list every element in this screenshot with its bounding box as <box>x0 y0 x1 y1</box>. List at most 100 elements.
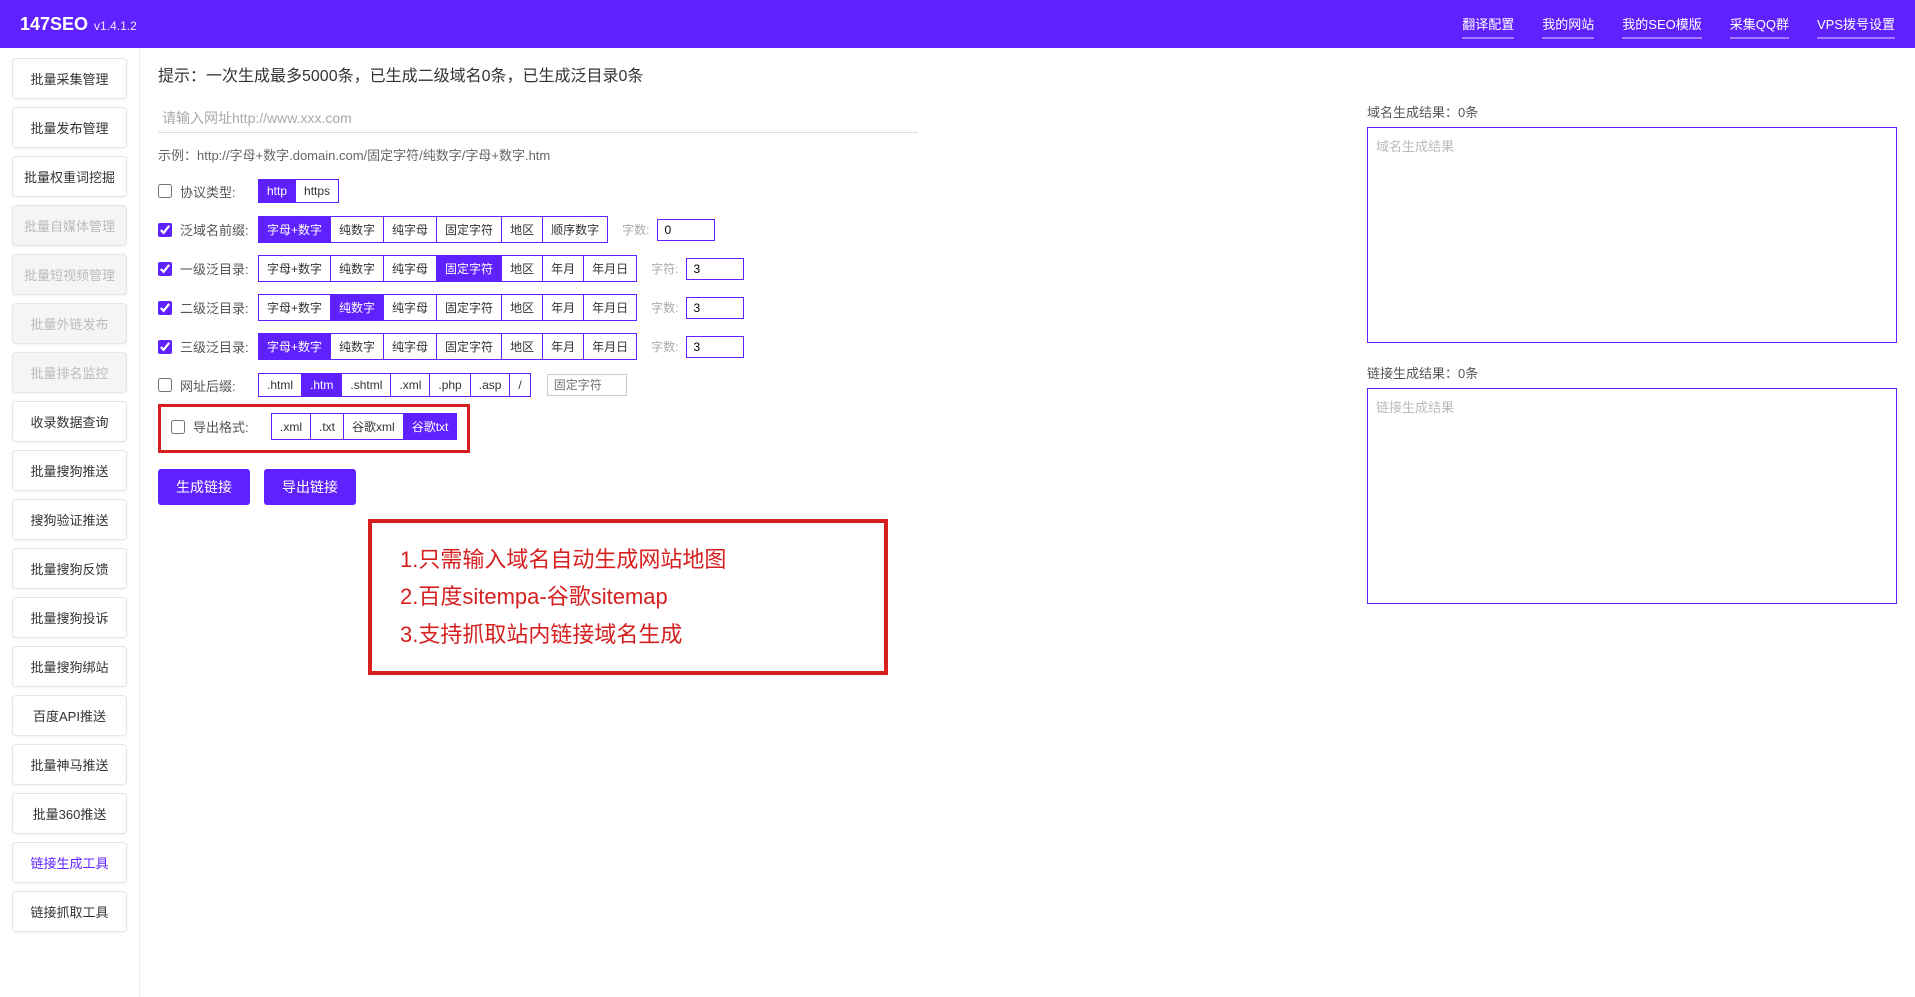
option-button[interactable]: 地区 <box>501 216 543 243</box>
content: 提示：一次生成最多5000条，已生成二级域名0条，已生成泛目录0条 示例：htt… <box>140 48 1915 997</box>
row-protocol: 协议类型: httphttps <box>158 178 1337 204</box>
logo-text: 147SEO <box>20 14 88 35</box>
protocol-options: httphttps <box>258 179 339 203</box>
option-button[interactable]: 字母+数字 <box>258 216 331 243</box>
option-button[interactable]: .xml <box>271 413 311 440</box>
option-button[interactable]: 地区 <box>501 255 543 282</box>
main-layout: 批量采集管理批量发布管理批量权重词挖掘批量自媒体管理批量短视频管理批量外链发布批… <box>0 48 1915 997</box>
version-text: v1.4.1.2 <box>94 19 137 33</box>
dir2-options: 字母+数字纯数字纯字母固定字符地区年月年月日 <box>258 294 637 321</box>
option-button[interactable]: .htm <box>301 373 342 397</box>
generate-button[interactable]: 生成链接 <box>158 469 250 505</box>
option-button[interactable]: 字母+数字 <box>258 333 331 360</box>
suffix-custom-input[interactable] <box>547 374 627 396</box>
suffix-checkbox[interactable] <box>158 378 172 392</box>
option-button[interactable]: 纯字母 <box>383 294 437 321</box>
sidebar-item[interactable]: 批量权重词挖掘 <box>12 156 127 197</box>
annotation-line-2: 2.百度sitempa-谷歌sitemap <box>400 578 856 615</box>
option-button[interactable]: 纯数字 <box>330 333 384 360</box>
option-button[interactable]: 纯字母 <box>383 255 437 282</box>
sidebar-item[interactable]: 批量神马推送 <box>12 744 127 785</box>
option-button[interactable]: 固定字符 <box>436 333 502 360</box>
row-suffix: 网址后缀: .html.htm.shtml.xml.php.asp/ <box>158 372 1337 398</box>
sidebar-item: 批量排名监控 <box>12 352 127 393</box>
option-button[interactable]: 年月日 <box>583 255 637 282</box>
sidebar-item[interactable]: 批量发布管理 <box>12 107 127 148</box>
sidebar-item[interactable]: 批量搜狗反馈 <box>12 548 127 589</box>
link-result-textarea[interactable] <box>1367 388 1897 604</box>
option-button[interactable]: / <box>509 373 530 397</box>
row-prefix: 泛域名前缀: 字母+数字纯数字纯字母固定字符地区顺序数字 字数: <box>158 216 1337 243</box>
dir3-label: 三级泛目录: <box>180 337 250 356</box>
dir2-count-input[interactable] <box>686 297 744 319</box>
option-button[interactable]: http <box>258 179 296 203</box>
sidebar-item[interactable]: 百度API推送 <box>12 695 127 736</box>
option-button[interactable]: 年月 <box>542 294 584 321</box>
sidebar-item[interactable]: 搜狗验证推送 <box>12 499 127 540</box>
dir1-count-label: 字符: <box>651 260 678 277</box>
row-dir3: 三级泛目录: 字母+数字纯数字纯字母固定字符地区年月年月日 字数: <box>158 333 1337 360</box>
sidebar-item[interactable]: 批量采集管理 <box>12 58 127 99</box>
dir3-count-input[interactable] <box>686 336 744 358</box>
nav-item[interactable]: 采集QQ群 <box>1730 10 1789 39</box>
option-button[interactable]: .html <box>258 373 302 397</box>
option-button[interactable]: .xml <box>390 373 430 397</box>
protocol-label: 协议类型: <box>180 182 250 201</box>
dir1-label: 一级泛目录: <box>180 259 250 278</box>
sidebar-item[interactable]: 链接抓取工具 <box>12 891 127 932</box>
annotation-line-3: 3.支持抓取站内链接域名生成 <box>400 616 856 653</box>
option-button[interactable]: 固定字符 <box>436 216 502 243</box>
option-button[interactable]: 谷歌xml <box>343 413 404 440</box>
sidebar-item[interactable]: 批量搜狗绑站 <box>12 646 127 687</box>
option-button[interactable]: 地区 <box>501 294 543 321</box>
hint-text: 提示：一次生成最多5000条，已生成二级域名0条，已生成泛目录0条 <box>158 62 1337 86</box>
option-button[interactable]: 谷歌txt <box>403 413 458 440</box>
option-button[interactable]: .txt <box>310 413 344 440</box>
prefix-count-input[interactable] <box>657 219 715 241</box>
prefix-count-label: 字数: <box>622 221 649 238</box>
nav-item[interactable]: VPS拨号设置 <box>1817 10 1895 39</box>
nav-item[interactable]: 我的SEO模版 <box>1622 10 1701 39</box>
dir3-options: 字母+数字纯数字纯字母固定字符地区年月年月日 <box>258 333 637 360</box>
sidebar-item[interactable]: 批量搜狗投诉 <box>12 597 127 638</box>
dir1-checkbox[interactable] <box>158 262 172 276</box>
domain-result-textarea[interactable] <box>1367 127 1897 343</box>
option-button[interactable]: 年月 <box>542 333 584 360</box>
export-label: 导出格式: <box>193 417 263 436</box>
annotation-line-1: 1.只需输入域名自动生成网站地图 <box>400 541 856 578</box>
sidebar-item[interactable]: 批量360推送 <box>12 793 127 834</box>
option-button[interactable]: 年月日 <box>583 294 637 321</box>
option-button[interactable]: .php <box>429 373 470 397</box>
dir2-checkbox[interactable] <box>158 301 172 315</box>
export-checkbox[interactable] <box>171 420 185 434</box>
protocol-checkbox[interactable] <box>158 184 172 198</box>
option-button[interactable]: 字母+数字 <box>258 255 331 282</box>
prefix-checkbox[interactable] <box>158 223 172 237</box>
option-button[interactable]: .shtml <box>341 373 391 397</box>
nav-item[interactable]: 翻译配置 <box>1462 10 1514 39</box>
sidebar-item[interactable]: 批量搜狗推送 <box>12 450 127 491</box>
option-button[interactable]: 固定字符 <box>436 294 502 321</box>
option-button[interactable]: 纯数字 <box>330 294 384 321</box>
sidebar-item[interactable]: 链接生成工具 <box>12 842 127 883</box>
nav-item[interactable]: 我的网站 <box>1542 10 1594 39</box>
option-button[interactable]: 年月 <box>542 255 584 282</box>
option-button[interactable]: 纯字母 <box>383 216 437 243</box>
option-button[interactable]: 纯数字 <box>330 255 384 282</box>
sidebar-item[interactable]: 收录数据查询 <box>12 401 127 442</box>
dir2-count-label: 字数: <box>651 299 678 316</box>
option-button[interactable]: https <box>295 179 339 203</box>
dir1-count-input[interactable] <box>686 258 744 280</box>
url-input[interactable] <box>158 104 918 133</box>
logo-area: 147SEO v1.4.1.2 <box>20 14 137 35</box>
dir3-checkbox[interactable] <box>158 340 172 354</box>
option-button[interactable]: 字母+数字 <box>258 294 331 321</box>
option-button[interactable]: 年月日 <box>583 333 637 360</box>
option-button[interactable]: 固定字符 <box>436 255 502 282</box>
option-button[interactable]: .asp <box>470 373 511 397</box>
option-button[interactable]: 纯数字 <box>330 216 384 243</box>
option-button[interactable]: 地区 <box>501 333 543 360</box>
export-button[interactable]: 导出链接 <box>264 469 356 505</box>
option-button[interactable]: 纯字母 <box>383 333 437 360</box>
option-button[interactable]: 顺序数字 <box>542 216 608 243</box>
